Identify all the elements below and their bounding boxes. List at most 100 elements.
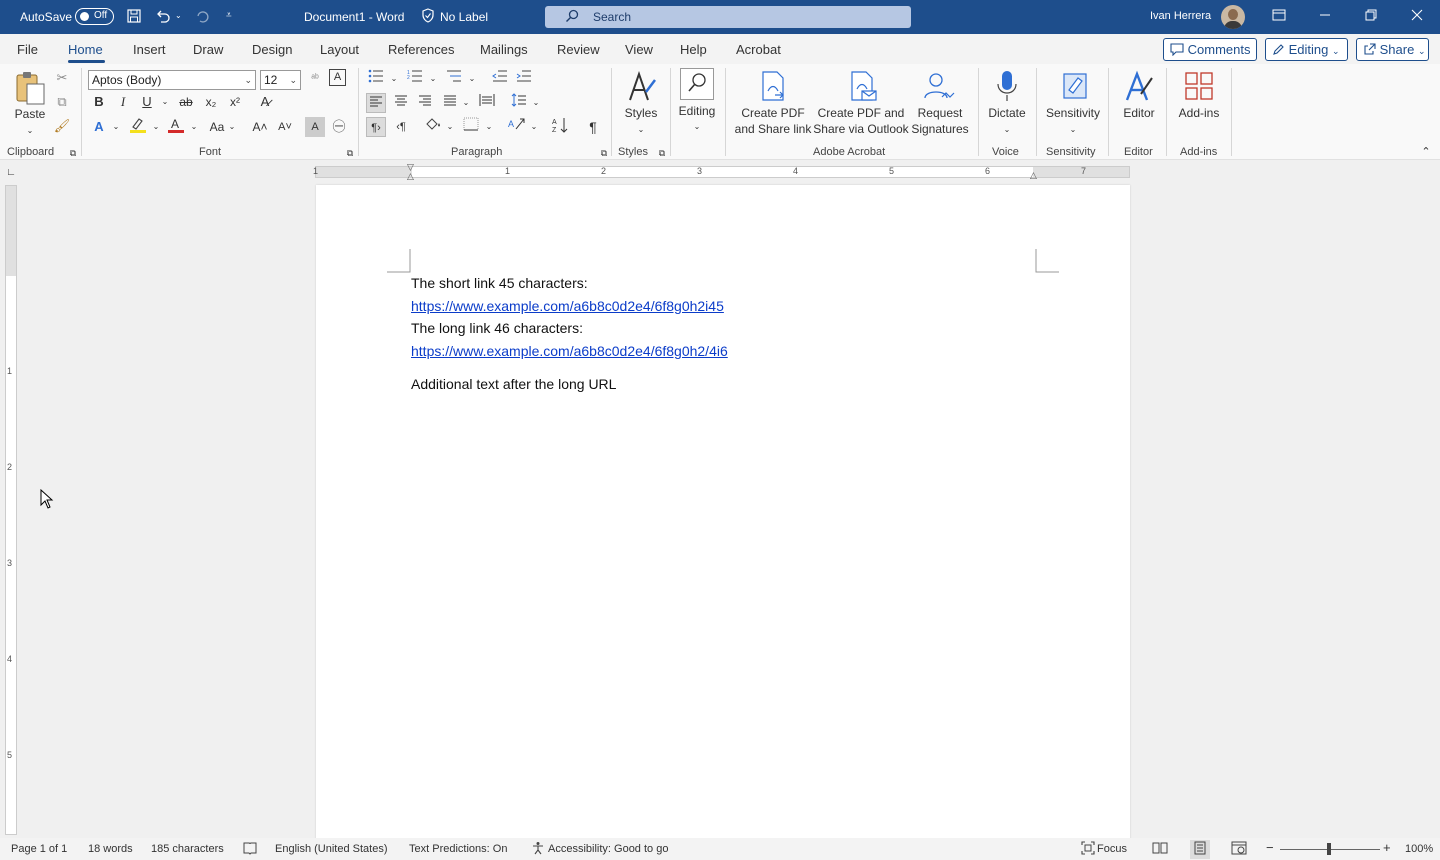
dialog-launcher-icon[interactable]: ⧉ [652,143,672,163]
editing-mode-button[interactable]: Editing ⌄ [1265,38,1348,61]
paste-dropdown-icon[interactable]: ⌄ [20,121,40,141]
editor-label[interactable]: Editor [1114,105,1164,121]
microphone-icon[interactable] [996,70,1018,105]
focus-icon[interactable] [1081,841,1095,858]
tab-view[interactable]: View [625,42,653,57]
font-color-dropdown-icon[interactable]: ⌄ [184,117,204,137]
create-pdf-share-icon[interactable] [759,71,787,104]
vertical-ruler[interactable]: 1 2 3 4 5 [5,185,17,835]
underline-icon[interactable]: U [137,92,157,112]
word-count[interactable]: 18 words [88,843,133,855]
tab-help[interactable]: Help [680,42,707,57]
shading-dropdown-icon[interactable]: ⌄ [440,117,460,137]
language-indicator[interactable]: English (United States) [275,843,388,855]
highlight-dropdown-icon[interactable]: ⌄ [146,117,166,137]
create-pdf-outlook-label-line2[interactable]: Share via Outlook [812,121,910,137]
undo-icon[interactable] [155,8,171,27]
create-pdf-outlook-label-line1[interactable]: Create PDF and [812,105,910,121]
editing-find-icon[interactable] [680,68,714,100]
change-case-dropdown-icon[interactable]: ⌄ [222,117,242,137]
borders-icon[interactable] [461,117,481,137]
grow-font-icon[interactable]: A˄ [250,117,270,137]
cut-icon[interactable]: ✂ [52,68,72,88]
restore-icon[interactable] [1360,6,1382,28]
bullets-dropdown-icon[interactable]: ⌄ [384,69,404,89]
change-case-icon[interactable]: ᵃᵇ [305,69,325,89]
paste-icon[interactable] [14,70,46,109]
character-shading-icon[interactable]: A [305,117,325,137]
editor-icon[interactable] [1123,70,1155,105]
tab-mailings[interactable]: Mailings [480,42,528,57]
styles-label[interactable]: Styles [620,105,662,121]
rtl-icon[interactable]: ‹¶ [391,117,411,137]
numbering-dropdown-icon[interactable]: ⌄ [423,69,443,89]
line-spacing-dropdown-icon[interactable]: ⌄ [526,93,546,113]
undo-dropdown-icon[interactable]: ⌄ [175,8,182,24]
hanging-indent-marker[interactable]: △ [407,171,414,182]
asian-layout-dropdown-icon[interactable]: ⌄ [524,117,544,137]
character-count[interactable]: 185 characters [151,843,224,855]
multilevel-dropdown-icon[interactable]: ⌄ [462,69,482,89]
clear-formatting-icon[interactable]: A̷ [255,92,275,112]
request-signatures-label-line1[interactable]: Request [909,105,971,121]
right-indent-marker[interactable]: △ [1030,170,1037,181]
distributed-icon[interactable] [477,93,497,113]
dialog-launcher-icon[interactable]: ⧉ [340,143,360,163]
collapse-ribbon-icon[interactable]: ⌃ [1416,142,1436,162]
dialog-launcher-icon[interactable]: ⧉ [63,143,83,163]
proofing-book-icon[interactable] [243,841,257,858]
format-painter-icon[interactable]: 🖌 [52,116,72,136]
page-count[interactable]: Page 1 of 1 [11,843,67,855]
print-layout-icon[interactable] [1190,840,1210,859]
align-right-icon[interactable] [415,93,435,113]
font-size-select[interactable]: 12 ⌄ [260,70,301,90]
search-box[interactable]: Search [545,6,911,28]
zoom-level[interactable]: 100% [1405,843,1433,855]
styles-icon[interactable] [624,70,658,107]
borders-dropdown-icon[interactable]: ⌄ [479,117,499,137]
justify-dropdown-icon[interactable]: ⌄ [456,93,476,113]
accessibility-icon[interactable] [531,841,545,858]
zoom-slider-thumb[interactable] [1327,843,1331,855]
horizontal-ruler[interactable]: 1 1 2 3 4 5 6 7 ▽ △ △ [313,162,1130,181]
ribbon-display-options-icon[interactable] [1268,6,1290,28]
highlight-icon[interactable] [128,116,148,136]
web-layout-icon[interactable] [1231,841,1247,858]
create-pdf-share-label-line1[interactable]: Create PDF [733,105,813,121]
close-icon[interactable] [1406,6,1428,28]
paste-label[interactable]: Paste [14,106,46,122]
underline-dropdown-icon[interactable]: ⌄ [155,92,175,112]
request-signatures-icon[interactable] [922,71,956,104]
italic-icon[interactable]: I [113,92,133,112]
numbering-icon[interactable]: 12 [405,69,425,89]
autosave-toggle[interactable]: Off [75,8,114,25]
align-center-icon[interactable] [391,93,411,113]
request-signatures-label-line2[interactable]: Signatures [909,121,971,137]
strikethrough-icon[interactable]: ab [176,92,196,112]
enclose-characters-icon[interactable]: ㊀ [329,117,349,137]
save-icon[interactable] [126,8,142,27]
tab-home[interactable]: Home [68,42,103,57]
shrink-font-icon[interactable]: A˅ [275,117,295,137]
share-button[interactable]: Share ⌄ [1356,38,1429,61]
document-page[interactable]: The short link 45 characters: https://ww… [316,185,1130,840]
tab-design[interactable]: Design [252,42,292,57]
clear-formatting-box-icon[interactable]: A [329,69,346,86]
bullets-icon[interactable] [366,69,386,89]
accessibility-status[interactable]: Accessibility: Good to go [548,843,668,855]
sensitivity-label[interactable]: Sensitivity [1040,105,1106,121]
superscript-icon[interactable]: x² [225,92,245,112]
font-color-icon[interactable]: A [166,116,186,136]
focus-label[interactable]: Focus [1097,843,1127,855]
zoom-in-icon[interactable]: + [1383,840,1391,855]
decrease-indent-icon[interactable] [490,69,510,89]
redo-icon[interactable] [194,8,210,27]
avatar[interactable] [1221,5,1245,29]
create-pdf-share-label-line2[interactable]: and Share link [733,121,813,137]
tab-selector-icon[interactable]: ∟ [5,167,17,179]
tab-review[interactable]: Review [557,42,600,57]
addins-icon[interactable] [1184,71,1214,104]
multilevel-list-icon[interactable] [444,69,464,89]
comments-button[interactable]: Comments [1163,38,1257,61]
styles-dropdown-icon[interactable]: ⌄ [631,120,651,140]
